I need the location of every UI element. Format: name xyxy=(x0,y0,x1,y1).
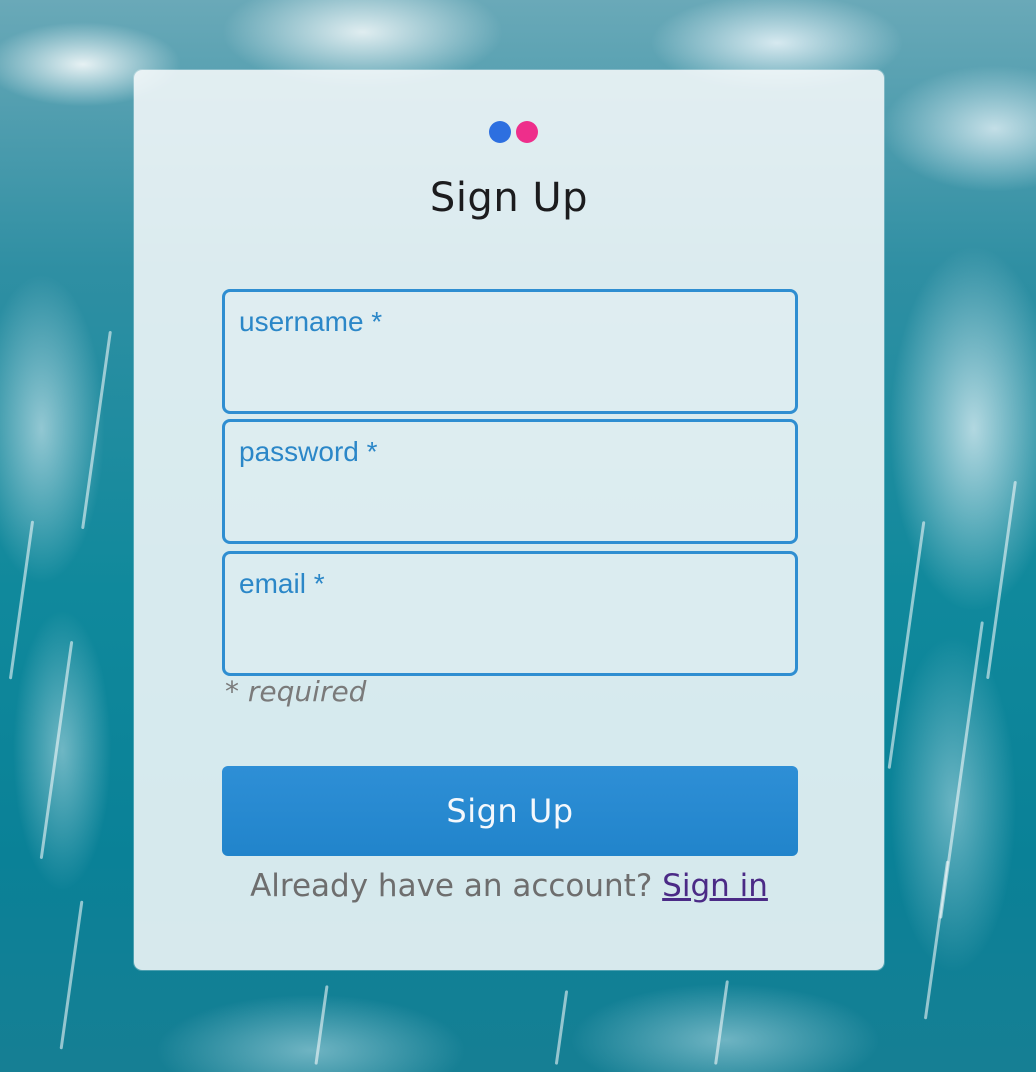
sign-up-button[interactable]: Sign Up xyxy=(222,766,798,856)
username-input[interactable] xyxy=(239,359,781,401)
password-input[interactable] xyxy=(239,489,781,531)
username-label: username * xyxy=(239,306,383,337)
email-label: email * xyxy=(239,568,325,599)
pink-dot-icon xyxy=(516,121,538,143)
email-input[interactable] xyxy=(239,621,781,663)
page-title: Sign Up xyxy=(429,175,589,221)
two-dot-logo-icon xyxy=(489,121,539,143)
password-field[interactable]: password * xyxy=(222,419,798,544)
blue-dot-icon xyxy=(489,121,511,143)
signin-prompt-text: Already have an account? xyxy=(250,868,653,904)
password-label: password * xyxy=(239,436,378,467)
required-note: * required xyxy=(225,675,367,708)
username-field[interactable]: username * xyxy=(222,289,798,414)
email-field[interactable]: email * xyxy=(222,551,798,676)
sign-in-link[interactable]: Sign in xyxy=(662,868,768,904)
signin-prompt: Already have an account? Sign in xyxy=(134,868,884,904)
